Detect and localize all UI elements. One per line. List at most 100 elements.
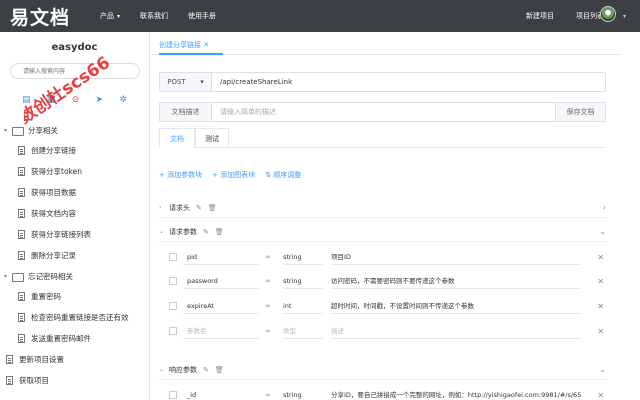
tree-item[interactable]: 更新项目设置 <box>0 349 150 370</box>
search-input[interactable] <box>10 63 140 79</box>
link-icon[interactable]: ⊝ <box>72 95 80 105</box>
tree-item[interactable]: 获得项目数据 <box>0 182 150 203</box>
gear-icon[interactable]: ✲ <box>119 95 127 105</box>
tab-create-share-link[interactable]: 创建分享链接 ✕ <box>159 40 209 50</box>
param-type-select[interactable]: int <box>283 298 323 314</box>
avatar[interactable] <box>600 6 616 22</box>
param-desc-input[interactable]: 超时时间，时间戳，不设置时间则不传递这个参数 <box>331 298 581 314</box>
top-nav: 产品 ▾ 联系我们 使用手册 <box>100 11 216 21</box>
link-icon[interactable]: ∞ <box>265 253 279 261</box>
param-desc-input[interactable]: 访问密码，不需要密码则不要传递这个参数 <box>331 273 581 289</box>
section-params[interactable]: ⌄ 请求参数 ✎ 🗑 ⌄ <box>159 222 606 242</box>
tree-item-label: 创建分享链接 <box>31 146 76 155</box>
tree-item[interactable]: 获得分享链接列表 <box>0 224 150 245</box>
tab-doc[interactable]: 文档 <box>159 128 195 148</box>
nav-manual-label: 使用手册 <box>188 12 217 20</box>
chevron-right-icon: › <box>159 204 162 211</box>
param-name-input[interactable]: expireAt <box>183 298 259 314</box>
document-icon <box>18 188 25 197</box>
project-name: easydoc <box>51 42 98 53</box>
param-name-input[interactable]: pid <box>183 249 259 265</box>
edit-icon[interactable]: ✎ <box>196 204 202 212</box>
required-checkbox[interactable] <box>169 391 177 399</box>
nav-contact[interactable]: 联系我们 <box>140 11 168 21</box>
tree-item[interactable]: 获得分享token <box>0 161 150 182</box>
link-icon[interactable]: ∞ <box>265 277 279 285</box>
section-response[interactable]: ⌄ 响应参数 ✎ 🗑 ⌄ <box>159 360 606 380</box>
section-headers[interactable]: › 请求头 ✎ 🗑 › <box>159 198 606 218</box>
edit-icon[interactable]: ✎ <box>203 228 209 236</box>
sidebar: easydoc ▤ ▦ ⊝ ➤ ✲ 数创杜scs66 ▾分享相关 创建分享链接 … <box>0 32 150 400</box>
save-button[interactable]: 保存文档 <box>555 103 605 121</box>
close-icon[interactable]: ✕ <box>597 391 604 400</box>
folder-icon <box>12 272 24 282</box>
required-checkbox[interactable] <box>169 302 177 310</box>
new-project-link[interactable]: 新建项目 <box>526 11 554 21</box>
close-icon[interactable]: ✕ <box>597 302 604 311</box>
tree-item-label: 获得项目数据 <box>31 188 76 197</box>
close-icon[interactable]: ✕ <box>597 277 604 286</box>
chevron-down-icon[interactable]: ⌄ <box>599 365 606 374</box>
tab-test[interactable]: 测试 <box>195 128 229 148</box>
param-name-input[interactable]: _id <box>183 387 259 400</box>
method-select[interactable]: POST ▾ <box>160 73 212 91</box>
chevron-down-icon: ⌄ <box>159 366 165 373</box>
close-icon[interactable]: ✕ <box>597 327 604 336</box>
tree-folder-password[interactable]: ▾ 忘记密码相关 <box>0 266 150 286</box>
link-icon[interactable]: ∞ <box>265 391 279 399</box>
param-type-select[interactable]: string <box>283 273 323 289</box>
url-row: POST ▾ /api/createShareLink <box>159 72 606 92</box>
document-icon <box>6 376 13 385</box>
section-title: 请求参数 <box>169 227 197 236</box>
param-type-select[interactable]: 类型 <box>283 323 323 339</box>
tree-folder-label: 忘记密码相关 <box>28 271 73 281</box>
send-icon[interactable]: ➤ <box>96 95 104 105</box>
close-icon[interactable]: ✕ <box>203 41 209 49</box>
tree-item[interactable]: 删除分享记录 <box>0 245 150 266</box>
folder-icon[interactable]: ▦ <box>47 95 56 105</box>
param-type-select[interactable]: string <box>283 249 323 265</box>
document-icon <box>18 209 25 218</box>
param-type-select[interactable]: string <box>283 387 323 400</box>
tree-folder-share[interactable]: ▾ 分享相关 <box>0 120 150 140</box>
tree-item[interactable]: 获得文档内容 <box>0 203 150 224</box>
chevron-down-icon: ▾ <box>4 272 8 280</box>
link-icon[interactable]: ∞ <box>265 302 279 310</box>
chevron-down-icon[interactable]: ⌄ <box>599 227 606 236</box>
param-desc-input[interactable]: 项目ID <box>331 249 581 265</box>
chevron-down-icon: ▾ <box>117 12 121 20</box>
param-name-input[interactable]: 参数名 <box>183 323 259 339</box>
add-param-block-button[interactable]: + 添加参数块 <box>159 170 202 180</box>
reorder-button[interactable]: ⇅ 顺序调整 <box>265 170 301 180</box>
tree-item[interactable]: 检查密码重置链接是否还有效 <box>0 307 150 328</box>
required-checkbox[interactable] <box>169 277 177 285</box>
desc-input[interactable]: 请输入简单的描述 <box>212 107 555 117</box>
document-icon <box>18 167 25 176</box>
chevron-right-icon[interactable]: › <box>603 203 606 212</box>
trash-icon[interactable]: 🗑 <box>208 204 217 212</box>
tree-item[interactable]: 重置密码 <box>0 286 150 307</box>
sidebar-toolbar: ▤ ▦ ⊝ ➤ ✲ <box>14 95 135 105</box>
nav-manual[interactable]: 使用手册 <box>188 11 216 21</box>
document-icon[interactable]: ▤ <box>22 95 31 105</box>
required-checkbox[interactable] <box>169 327 177 335</box>
chevron-down-icon[interactable]: ▾ <box>623 13 626 20</box>
app-logo[interactable]: 易文档 <box>10 3 70 30</box>
param-desc-input[interactable]: 分享ID，要自己拼接成一个完整的网址，例如：http://yishigaofei… <box>331 387 581 400</box>
edit-icon[interactable]: ✎ <box>203 366 209 374</box>
tree-item[interactable]: 创建分享链接 <box>0 140 150 161</box>
tree-item[interactable]: 发送重置密码邮件 <box>0 328 150 349</box>
add-chart-block-button[interactable]: + 添加图表块 <box>212 170 255 180</box>
url-input[interactable]: /api/createShareLink <box>212 78 292 86</box>
close-icon[interactable]: ✕ <box>597 253 604 262</box>
link-icon[interactable]: ∞ <box>265 327 279 335</box>
required-checkbox[interactable] <box>169 253 177 261</box>
tree-item-label: 发送重置密码邮件 <box>31 334 91 343</box>
trash-icon[interactable]: 🗑 <box>215 228 224 236</box>
param-desc-input[interactable]: 描述 <box>331 323 581 339</box>
tree-item-label: 获取项目 <box>19 376 49 385</box>
nav-products[interactable]: 产品 ▾ <box>100 11 120 21</box>
tree-item[interactable]: 获取项目 <box>0 370 150 391</box>
param-name-input[interactable]: password <box>183 273 259 289</box>
trash-icon[interactable]: 🗑 <box>215 366 224 374</box>
